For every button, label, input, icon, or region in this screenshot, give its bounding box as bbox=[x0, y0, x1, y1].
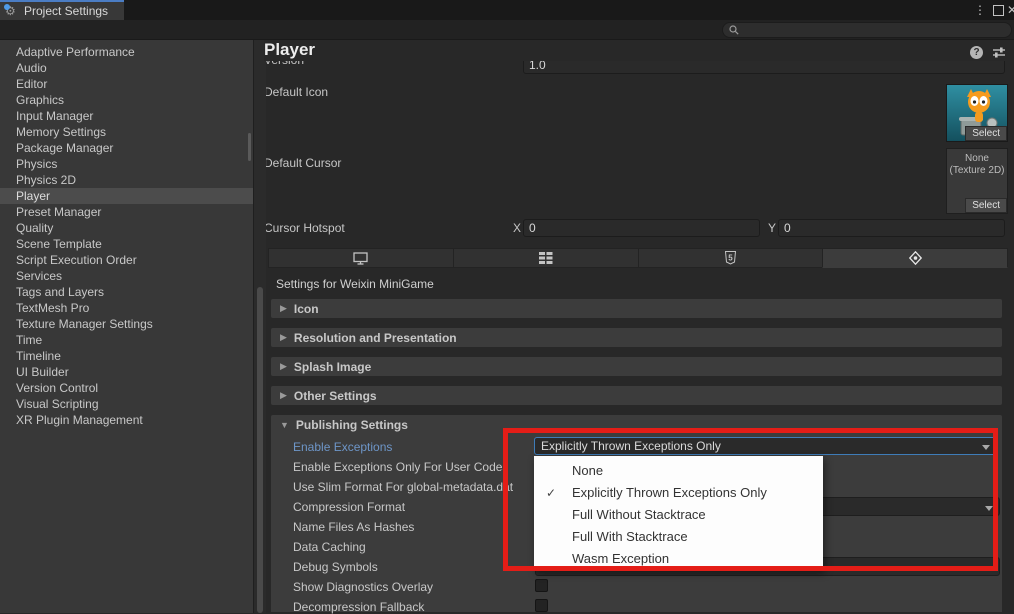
sidebar-item-services[interactable]: Services bbox=[0, 268, 253, 284]
section-resolution-and-presentation[interactable]: ▶ Resolution and Presentation bbox=[270, 327, 1003, 348]
foldout-arrow-icon: ▶ bbox=[280, 361, 287, 372]
close-icon[interactable]: ✕ bbox=[1007, 3, 1014, 17]
toolbar bbox=[0, 20, 1014, 40]
settings-sidebar: Adaptive Performance Audio Editor Graphi… bbox=[0, 40, 253, 613]
default-icon-select-button[interactable]: Select bbox=[965, 126, 1007, 141]
publishing-settings-header[interactable]: ▼ Publishing Settings bbox=[280, 418, 408, 432]
default-cursor-value: None (Texture 2D) bbox=[947, 153, 1007, 177]
sidebar-item-player[interactable]: Player bbox=[0, 188, 253, 204]
cursor-hotspot-label: Cursor Hotspot bbox=[264, 221, 345, 235]
project-settings-tab[interactable]: ⚙ Project Settings bbox=[0, 0, 124, 20]
tab-webgl[interactable]: 5 bbox=[638, 248, 823, 268]
tab-dedicated-server[interactable] bbox=[453, 248, 638, 268]
section-label: Publishing Settings bbox=[296, 418, 408, 432]
foldout-arrow-icon: ▶ bbox=[280, 332, 287, 343]
sidebar-item-version-control[interactable]: Version Control bbox=[0, 380, 253, 396]
sidebar-item-visual-scripting[interactable]: Visual Scripting bbox=[0, 396, 253, 412]
default-cursor-label: Default Cursor bbox=[264, 156, 341, 170]
hotspot-y-field[interactable]: 0 bbox=[778, 219, 1005, 237]
sidebar-item-preset-manager[interactable]: Preset Manager bbox=[0, 204, 253, 220]
sidebar-item-script-execution-order[interactable]: Script Execution Order bbox=[0, 252, 253, 268]
weixin-minigame-icon bbox=[909, 251, 922, 265]
default-cursor-select-button[interactable]: Select bbox=[965, 198, 1007, 213]
decompression-fallback-checkbox[interactable] bbox=[535, 599, 548, 612]
section-label: Splash Image bbox=[294, 360, 371, 374]
settings-for-text: Settings for Weixin MiniGame bbox=[276, 277, 434, 291]
section-other-settings[interactable]: ▶ Other Settings bbox=[270, 385, 1003, 406]
server-icon bbox=[539, 252, 553, 264]
maximize-icon[interactable] bbox=[993, 5, 1004, 16]
sidebar-item-input-manager[interactable]: Input Manager bbox=[0, 108, 253, 124]
sidebar-item-ui-builder[interactable]: UI Builder bbox=[0, 364, 253, 380]
header-band: Player ? bbox=[264, 40, 1014, 61]
title-bar: ⚙ Project Settings ⋮ ✕ bbox=[0, 0, 1014, 20]
foldout-arrow-icon: ▼ bbox=[280, 420, 289, 430]
decompression-fallback-label: Decompression Fallback bbox=[293, 600, 424, 614]
sidebar-item-graphics[interactable]: Graphics bbox=[0, 92, 253, 108]
name-files-as-hashes-label: Name Files As Hashes bbox=[293, 520, 414, 534]
section-splash-image[interactable]: ▶ Splash Image bbox=[270, 356, 1003, 377]
sidebar-item-audio[interactable]: Audio bbox=[0, 60, 253, 76]
hotspot-x-label: X bbox=[513, 221, 521, 235]
enable-exceptions-user-codes-label: Enable Exceptions Only For User Codes bbox=[293, 460, 508, 474]
preset-sliders-icon[interactable] bbox=[992, 46, 1006, 59]
section-icon[interactable]: ▶ Icon bbox=[270, 298, 1003, 319]
section-label: Resolution and Presentation bbox=[294, 331, 457, 345]
default-cursor-object-field[interactable]: None (Texture 2D) Select bbox=[946, 148, 1008, 214]
tab-standalone[interactable] bbox=[268, 248, 453, 268]
tab-weixin-minigame[interactable] bbox=[822, 248, 1008, 268]
settings-gear-icon: ⚙ bbox=[5, 4, 19, 18]
use-slim-format-label: Use Slim Format For global-metadata.dat bbox=[293, 480, 513, 494]
foldout-arrow-icon: ▶ bbox=[280, 303, 287, 314]
page-title: Player bbox=[264, 40, 315, 60]
search-input[interactable] bbox=[739, 24, 999, 36]
enable-exceptions-label: Enable Exceptions bbox=[293, 440, 392, 454]
sidebar-item-physics[interactable]: Physics bbox=[0, 156, 253, 172]
sidebar-item-editor[interactable]: Editor bbox=[0, 76, 253, 92]
sidebar-item-textmesh-pro[interactable]: TextMesh Pro bbox=[0, 300, 253, 316]
search-icon bbox=[729, 25, 739, 35]
platform-tabs: 5 bbox=[268, 248, 1008, 268]
sidebar-item-tags-and-layers[interactable]: Tags and Layers bbox=[0, 284, 253, 300]
sidebar-item-time[interactable]: Time bbox=[0, 332, 253, 348]
window-menu-icon[interactable]: ⋮ bbox=[974, 3, 986, 17]
html5-icon: 5 bbox=[725, 251, 736, 265]
default-icon-label: Default Icon bbox=[264, 85, 328, 99]
sidebar-item-memory-settings[interactable]: Memory Settings bbox=[0, 124, 253, 140]
show-diagnostics-overlay-checkbox[interactable] bbox=[535, 579, 548, 592]
svg-text:5: 5 bbox=[728, 254, 733, 263]
sidebar-item-physics-2d[interactable]: Physics 2D bbox=[0, 172, 253, 188]
help-icon[interactable]: ? bbox=[970, 46, 983, 59]
section-label: Icon bbox=[294, 302, 319, 316]
show-diagnostics-overlay-label: Show Diagnostics Overlay bbox=[293, 580, 433, 594]
sidebar-scrollbar-thumb[interactable] bbox=[248, 133, 251, 161]
content-scrollbar-thumb[interactable] bbox=[257, 287, 263, 613]
default-icon-thumbnail[interactable]: Select bbox=[946, 84, 1008, 142]
sidebar-item-adaptive-performance[interactable]: Adaptive Performance bbox=[0, 44, 253, 60]
monitor-icon bbox=[353, 252, 368, 265]
sidebar-item-xr-plugin-management[interactable]: XR Plugin Management bbox=[0, 412, 253, 428]
compression-format-label: Compression Format bbox=[293, 500, 405, 514]
sidebar-item-quality[interactable]: Quality bbox=[0, 220, 253, 236]
sidebar-item-timeline[interactable]: Timeline bbox=[0, 348, 253, 364]
search-box[interactable] bbox=[722, 22, 1012, 38]
data-caching-label: Data Caching bbox=[293, 540, 366, 554]
red-highlight-rectangle bbox=[503, 428, 998, 571]
sidebar-item-scene-template[interactable]: Scene Template bbox=[0, 236, 253, 252]
window-title: Project Settings bbox=[24, 4, 108, 18]
section-label: Other Settings bbox=[294, 389, 377, 403]
debug-symbols-label: Debug Symbols bbox=[293, 560, 378, 574]
hotspot-x-field[interactable]: 0 bbox=[523, 219, 760, 237]
sidebar-item-texture-manager-settings[interactable]: Texture Manager Settings bbox=[0, 316, 253, 332]
sidebar-item-package-manager[interactable]: Package Manager bbox=[0, 140, 253, 156]
foldout-arrow-icon: ▶ bbox=[280, 390, 287, 401]
hotspot-y-label: Y bbox=[768, 221, 776, 235]
